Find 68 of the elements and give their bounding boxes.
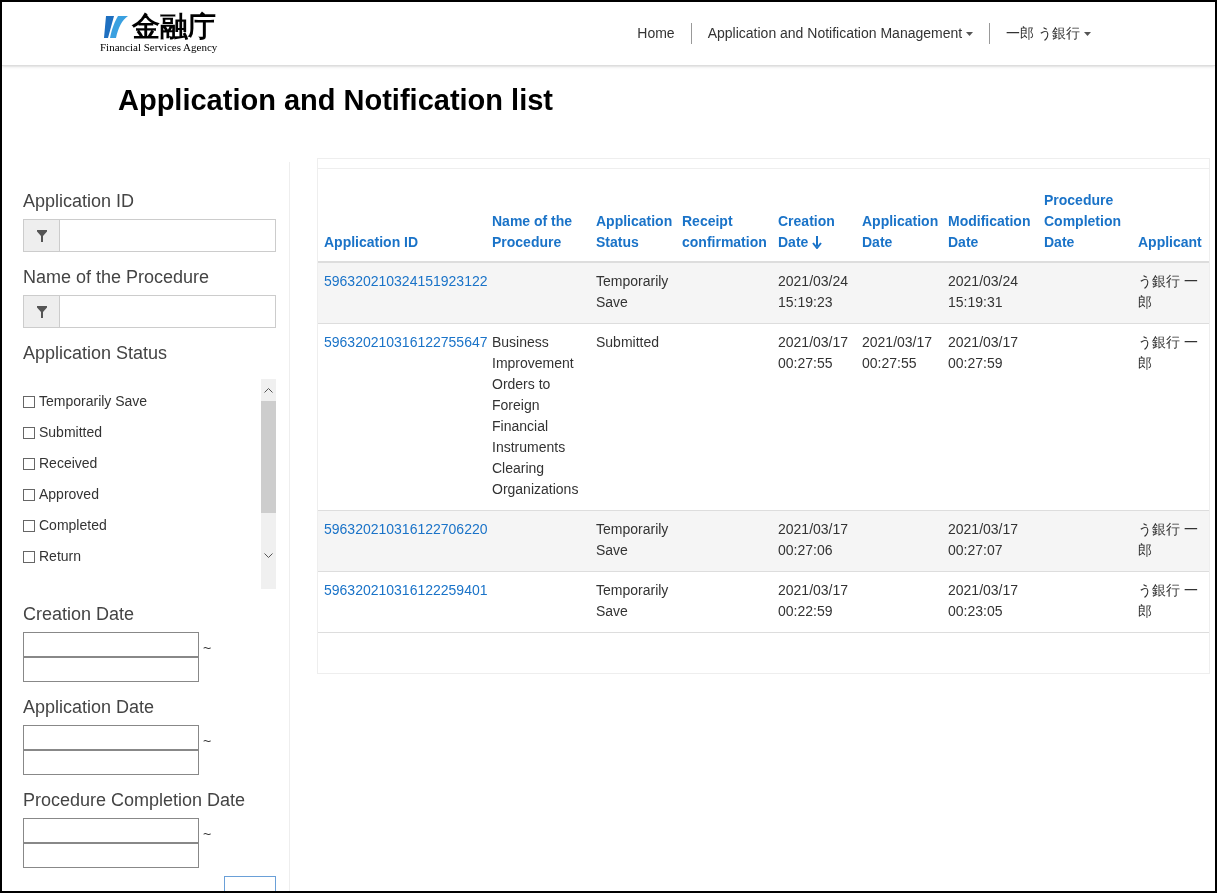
nav-link[interactable]: Home <box>637 23 675 44</box>
table-cell-text: う銀行 一郎 <box>1138 272 1199 313</box>
status-checkbox[interactable]: Received <box>23 453 261 475</box>
filter-input[interactable] <box>23 295 276 329</box>
date-to-field[interactable] <box>23 750 199 776</box>
filter-label: Name of the Procedure <box>23 266 211 290</box>
logo-text: 金融庁 <box>131 12 216 41</box>
application-id-link[interactable]: 596320210316122706220 <box>324 521 488 538</box>
column-header[interactable]: Application Status <box>596 211 670 254</box>
filter-label: Creation Date <box>23 603 136 627</box>
date-from-field[interactable] <box>23 818 199 844</box>
scroll-up-icon[interactable] <box>264 387 273 394</box>
status-checkbox[interactable]: Return <box>23 546 261 568</box>
column-header[interactable]: Applicant <box>1138 232 1200 254</box>
table-cell-text: Business Improvement Orders to Foreign Financial Instruments Clearing Organizations <box>492 333 580 500</box>
range-separator: ~ <box>203 639 212 659</box>
range-separator: ~ <box>203 825 212 845</box>
nav-link[interactable]: 一郎 う銀行 <box>1006 23 1092 44</box>
date-from-field[interactable] <box>23 632 199 658</box>
table-cell-text: Temporarily Save <box>596 520 670 561</box>
logo[interactable]: 金融庁 Financial Services Agency <box>100 12 218 55</box>
table-cell-text: 2021/03/17 00:27:55 <box>862 333 934 374</box>
table-cell-text: Temporarily Save <box>596 272 670 313</box>
scroll-down-icon[interactable] <box>264 553 273 560</box>
date-from-field[interactable] <box>23 725 199 751</box>
table-cell-text: 2021/03/17 00:27:59 <box>948 333 1020 374</box>
column-header[interactable]: Creation Date <box>778 211 850 254</box>
column-header[interactable]: Procedure Completion Date <box>1044 190 1126 254</box>
table-cell-text: う銀行 一郎 <box>1138 333 1199 374</box>
filter-label: Application ID <box>23 190 136 214</box>
table-cell-text: 2021/03/17 00:27:06 <box>778 520 850 561</box>
application-id-link[interactable]: 596320210316122755647 <box>324 334 488 351</box>
table-cell-text: 2021/03/17 00:27:07 <box>948 520 1020 561</box>
filter-input[interactable] <box>23 219 276 253</box>
status-checkbox[interactable]: Submitted <box>23 422 261 444</box>
table-cell-text: 2021/03/24 15:19:23 <box>778 272 850 313</box>
table-cell-text: Submitted <box>596 333 661 353</box>
column-header[interactable]: Modification Date <box>948 211 1032 254</box>
table-cell-text: Temporarily Save <box>596 581 670 622</box>
filter-icon <box>36 305 47 318</box>
application-id-link[interactable]: 596320210316122259401 <box>324 582 488 599</box>
status-checkbox[interactable]: Completed <box>23 515 261 537</box>
table-cell-text: 2021/03/24 15:19:31 <box>948 272 1020 313</box>
date-to-field[interactable] <box>23 843 199 869</box>
column-header[interactable]: Application ID <box>324 232 480 254</box>
logo-subtitle: Financial Services Agency <box>100 40 218 55</box>
partial-button[interactable] <box>224 876 276 891</box>
column-header[interactable]: Name of the Procedure <box>492 211 584 254</box>
filter-label: Application Status <box>23 342 169 366</box>
filter-label: Application Date <box>23 696 156 720</box>
page-title: Application and Notification list <box>118 83 554 118</box>
range-separator: ~ <box>203 732 212 752</box>
table-cell-text: う銀行 一郎 <box>1138 581 1199 622</box>
nav-link[interactable]: Application and Notification Management <box>707 23 974 44</box>
table-cell-text: う銀行 一郎 <box>1138 520 1199 561</box>
filter-icon <box>36 229 47 242</box>
filter-label: Procedure Completion Date <box>23 789 247 813</box>
table-cell-text: 2021/03/17 00:22:59 <box>778 581 850 622</box>
status-checkbox[interactable]: Temporarily Save <box>23 391 261 413</box>
column-header[interactable]: Receipt confirmation <box>682 211 766 254</box>
status-checkbox[interactable]: Approved <box>23 484 261 506</box>
sort-down-arrow-icon <box>812 236 823 250</box>
table-cell-text: 2021/03/17 00:27:55 <box>778 333 850 374</box>
table-cell-text: 2021/03/17 00:23:05 <box>948 581 1020 622</box>
column-header[interactable]: Application Date <box>862 211 936 254</box>
application-id-link[interactable]: 596320210324151923122 <box>324 273 488 290</box>
date-to-field[interactable] <box>23 657 199 683</box>
scrollbar[interactable] <box>261 379 276 590</box>
